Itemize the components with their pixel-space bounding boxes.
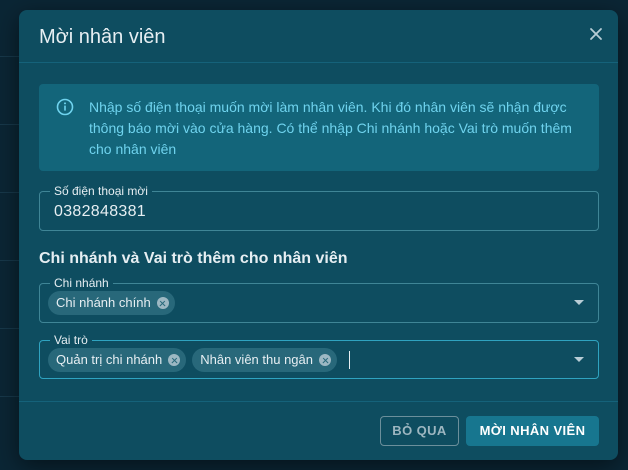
skip-button[interactable]: BỎ QUA bbox=[380, 416, 459, 446]
phone-field-value[interactable]: 0382848381 bbox=[54, 202, 146, 222]
invite-employee-dialog: Mời nhân viên Nhập số điện thoại muốn mờ… bbox=[19, 10, 618, 460]
close-button[interactable] bbox=[586, 24, 606, 44]
remove-chip-icon[interactable] bbox=[168, 354, 181, 366]
role-select-label: Vai trò bbox=[50, 332, 92, 348]
footer-divider bbox=[19, 401, 618, 402]
remove-chip-icon[interactable] bbox=[319, 354, 331, 366]
branch-chip: Chi nhánh chính bbox=[48, 291, 175, 315]
info-alert-text: Nhập số điện thoại muốn mời làm nhân viê… bbox=[89, 99, 572, 157]
close-icon bbox=[590, 28, 602, 40]
text-cursor bbox=[349, 351, 350, 369]
role-chip: Quản trị chi nhánh bbox=[48, 348, 187, 372]
role-select[interactable]: Vai trò Quản trị chi nhánh Nhân viên thu… bbox=[39, 332, 599, 379]
invite-button[interactable]: MỜI NHÂN VIÊN bbox=[466, 416, 599, 446]
dialog-title: Mời nhân viên bbox=[39, 26, 166, 48]
background-row-divider bbox=[0, 328, 20, 329]
role-chip: Nhân viên thu ngân bbox=[192, 348, 337, 372]
remove-chip-icon[interactable] bbox=[156, 297, 169, 309]
branch-select-label: Chi nhánh bbox=[50, 275, 113, 291]
section-title: Chi nhánh và Vai trò thêm cho nhân viên bbox=[39, 250, 348, 267]
role-chips: Quản trị chi nhánh Nhân viên thu ngân bbox=[48, 348, 350, 372]
background-row-divider bbox=[0, 396, 20, 397]
branch-chip-label: Chi nhánh chính bbox=[56, 295, 151, 310]
branch-chips: Chi nhánh chính bbox=[48, 291, 175, 315]
phone-field[interactable]: Số điện thoại mời 0382848381 bbox=[39, 183, 599, 231]
role-chip-label: Quản trị chi nhánh bbox=[56, 352, 163, 367]
background-row-divider bbox=[0, 124, 20, 125]
background-row-divider bbox=[0, 260, 20, 261]
branch-select[interactable]: Chi nhánh Chi nhánh chính bbox=[39, 275, 599, 323]
background-row-divider bbox=[0, 56, 20, 57]
dropdown-caret-icon[interactable] bbox=[574, 356, 584, 362]
phone-field-label: Số điện thoại mời bbox=[50, 183, 152, 199]
role-chip-label: Nhân viên thu ngân bbox=[200, 352, 313, 367]
info-alert: Nhập số điện thoại muốn mời làm nhân viê… bbox=[39, 84, 599, 171]
dropdown-caret-icon[interactable] bbox=[574, 300, 584, 305]
header-divider bbox=[19, 62, 618, 63]
background-row-divider bbox=[0, 192, 20, 193]
info-icon bbox=[56, 98, 74, 116]
